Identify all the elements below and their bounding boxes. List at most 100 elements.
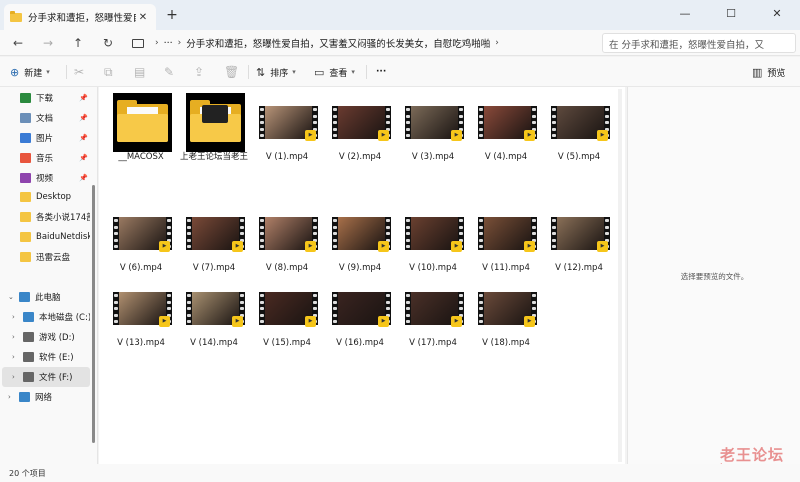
sidebar-item-游戏-(D:)[interactable]: › 游戏 (D:) [2,327,90,347]
sidebar-item-下载[interactable]: 下载 📌 [2,88,90,108]
sidebar-item-此电脑[interactable]: ⌄ 此电脑 [2,287,90,307]
tab-current-folder[interactable]: 分手求和遭拒，怒曝性爱自拍 ✕ [4,4,156,30]
videos-icon [20,173,31,183]
sidebar-item-label: 本地磁盘 (C:) [39,313,90,323]
chevron-right-icon[interactable]: › [12,353,20,361]
video-file-item[interactable]: ▶ V (8).mp4 [251,200,323,276]
sidebar-item-迅雷云盘[interactable]: 迅雷云盘 [2,247,90,267]
tab-close-icon[interactable]: ✕ [136,12,150,23]
chevron-down-icon[interactable]: ⌄ [8,293,16,301]
rename-button[interactable]: ✎ [164,64,174,80]
more-options-button[interactable]: ··· [376,64,386,80]
sidebar-item-BaiduNetdiskD[interactable]: BaiduNetdiskD [2,227,90,247]
new-tab-button[interactable]: + [164,7,180,23]
file-name: V (18).mp4 [482,338,530,348]
sidebar-scrollbar[interactable] [92,185,95,443]
file-name: V (10).mp4 [409,263,457,273]
video-file-item[interactable]: ▶ V (16).mp4 [324,275,396,351]
preview-message: 选择要预览的文件。 [680,272,749,281]
delete-button[interactable]: 🗑 [224,64,239,80]
copy-button[interactable]: ⧉ [104,64,113,80]
sidebar-item-文档[interactable]: 文档 📌 [2,108,90,128]
file-name: V (15).mp4 [263,338,311,348]
sidebar-item-label: 文件 (F:) [39,373,73,383]
film-strip-icon: ▶ [259,106,318,141]
video-file-item[interactable]: ▶ V (1).mp4 [251,89,323,165]
breadcrumb-current[interactable]: 分手求和遭拒，怒曝性爱自拍，又害羞又闷骚的长发美女，自慰吃鸡啪啪 [186,36,490,50]
sidebar-item-音乐[interactable]: 音乐 📌 [2,148,90,168]
chevron-right-icon[interactable]: › [495,38,499,48]
search-input[interactable]: 在 分手求和遭拒，怒曝性爱自拍，又 [602,33,796,53]
new-button[interactable]: ⊕ 新建 ▾ [10,64,50,80]
video-file-item[interactable]: ▶ V (2).mp4 [324,89,396,165]
close-window-button[interactable]: ✕ [754,0,800,30]
folder-icon [113,93,172,152]
pin-icon: 📌 [79,134,88,142]
video-thumbnail: ▶ [332,93,391,152]
video-file-item[interactable]: ▶ V (18).mp4 [470,275,542,351]
video-file-item[interactable]: ▶ V (17).mp4 [397,275,469,351]
divider [248,65,249,79]
drive-icon [23,332,34,342]
forward-button[interactable]: → [38,33,58,53]
chevron-right-icon[interactable]: › [12,373,20,381]
minimize-button[interactable]: — [662,0,708,30]
folder-item[interactable]: __MACOSX [105,89,177,165]
share-button[interactable]: ⇪ [194,64,204,80]
sidebar-item-label: 迅雷云盘 [36,253,71,263]
maximize-button[interactable]: ☐ [708,0,754,30]
film-strip-icon: ▶ [405,217,464,252]
divider [366,65,367,79]
back-button[interactable]: ← [8,33,28,53]
paste-button[interactable]: ▤ [134,64,145,80]
video-file-item[interactable]: ▶ V (14).mp4 [178,275,250,351]
content-scrollbar[interactable] [618,89,622,462]
file-name: V (3).mp4 [411,152,455,162]
sidebar-item-软件-(E:)[interactable]: › 软件 (E:) [2,347,90,367]
file-name: __MACOSX [118,152,164,162]
video-file-item[interactable]: ▶ V (12).mp4 [543,200,615,276]
video-file-item[interactable]: ▶ V (6).mp4 [105,200,177,276]
item-count: 20 个项目 [9,469,46,478]
sidebar-item-Desktop[interactable]: Desktop [2,187,90,207]
chevron-right-icon[interactable]: › [8,393,16,401]
documents-icon [20,113,31,123]
player-app-icon: ▶ [305,130,316,141]
sidebar-item-本地磁盘-(C:)[interactable]: › 本地磁盘 (C:) [2,307,90,327]
cut-button[interactable]: ✂ [74,64,84,80]
breadcrumb-more[interactable]: ··· [164,38,173,49]
refresh-button[interactable]: ↻ [98,33,118,53]
video-file-item[interactable]: ▶ V (7).mp4 [178,200,250,276]
breadcrumb[interactable]: › ··· › 分手求和遭拒，怒曝性爱自拍，又害羞又闷骚的长发美女，自慰吃鸡啪啪… [132,33,592,53]
up-button[interactable]: ↑ [68,33,88,53]
video-file-item[interactable]: ▶ V (4).mp4 [470,89,542,165]
film-strip-icon: ▶ [405,106,464,141]
view-button[interactable]: ▭ 查看 ▾ [314,64,355,80]
sidebar-item-文件-(F:)[interactable]: › 文件 (F:) [2,367,90,387]
video-file-item[interactable]: ▶ V (10).mp4 [397,200,469,276]
chevron-right-icon[interactable]: › [12,333,20,341]
video-file-item[interactable]: ▶ V (15).mp4 [251,275,323,351]
video-file-item[interactable]: ▶ V (3).mp4 [397,89,469,165]
video-thumbnail: ▶ [478,93,537,152]
video-file-item[interactable]: ▶ V (11).mp4 [470,200,542,276]
video-file-item[interactable]: ▶ V (5).mp4 [543,89,615,165]
film-perforation [332,292,338,325]
sidebar-item-各类小说174部[interactable]: 各类小说174部 [2,207,90,227]
video-file-item[interactable]: ▶ V (13).mp4 [105,275,177,351]
preview-pane-button[interactable]: ▥ 预览 [752,64,785,80]
plus-circle-icon: ⊕ [10,65,20,79]
chevron-right-icon[interactable]: › [12,313,20,321]
video-file-item[interactable]: ▶ V (9).mp4 [324,200,396,276]
rename-icon: ✎ [164,65,175,79]
player-app-icon: ▶ [378,316,389,327]
sidebar-item-网络[interactable]: › 网络 [2,387,90,407]
sort-button[interactable]: ⇅ 排序 ▾ [256,64,296,80]
player-app-icon: ▶ [232,241,243,252]
sidebar-item-视频[interactable]: 视频 📌 [2,168,90,188]
film-strip-icon: ▶ [478,106,537,141]
folder-item[interactable]: 上老王论坛当老王 [178,89,250,165]
sidebar-item-图片[interactable]: 图片 📌 [2,128,90,148]
player-app-icon: ▶ [159,241,170,252]
film-perforation [551,106,557,139]
